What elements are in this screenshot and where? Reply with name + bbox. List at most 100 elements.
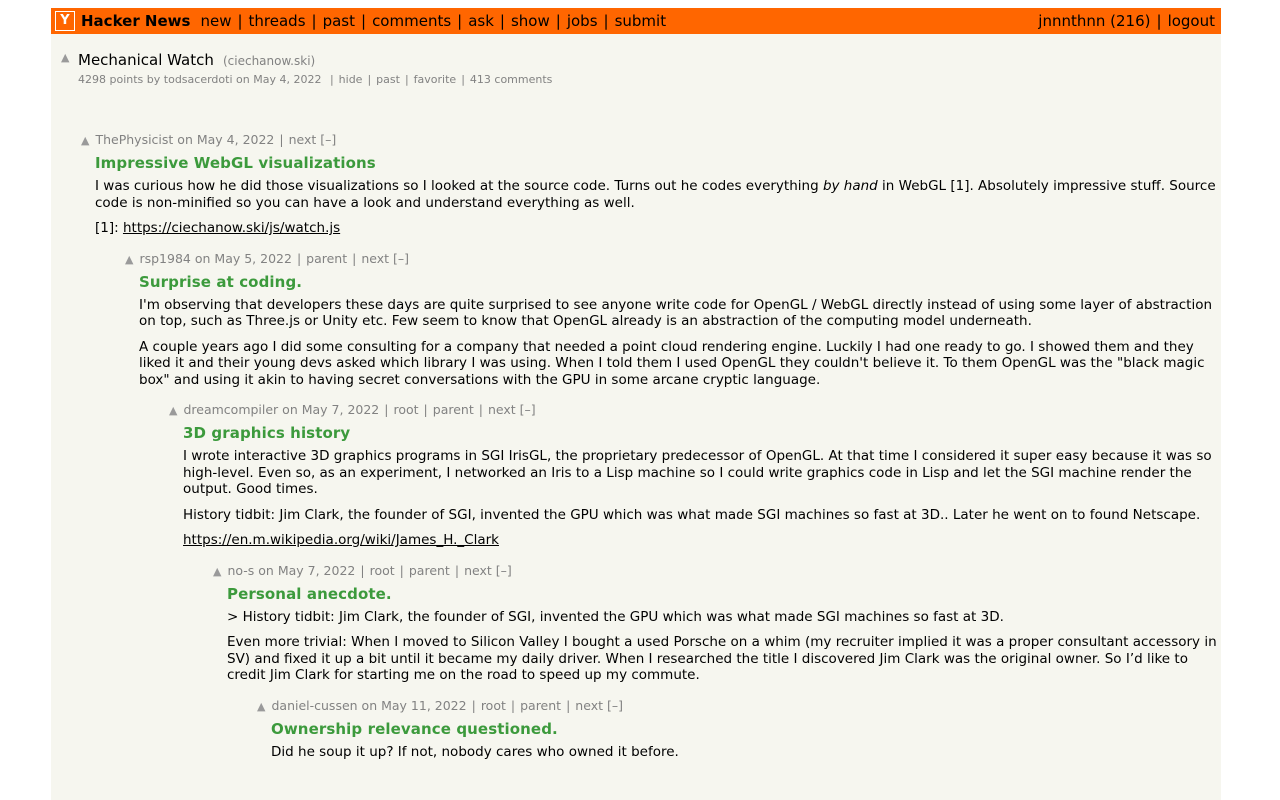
nav-link-jobs[interactable]: jobs	[567, 12, 598, 30]
nav-separator: |	[457, 12, 463, 30]
link-separator: |	[279, 132, 284, 147]
comment-header: ▲ ThePhysicist on May 4, 2022 | next [–]	[81, 132, 337, 147]
site-name[interactable]: Hacker News	[81, 12, 190, 30]
upvote-arrow-icon[interactable]: ▲	[81, 134, 89, 147]
comment-body: Impressive WebGL visualizations I was cur…	[81, 154, 1221, 237]
nav-link-new[interactable]: new	[200, 12, 231, 30]
nav-link-show[interactable]: show	[511, 12, 550, 30]
top-bar: Y Hacker News new | threads | past | comments |…	[51, 8, 1221, 34]
comment-link-next[interactable]: next	[361, 251, 389, 266]
collapse-toggle[interactable]: [–]	[393, 251, 409, 266]
comment-text: A couple years ago I did some consulting…	[139, 338, 1205, 388]
comment-date[interactable]: May 7, 2022	[302, 402, 380, 417]
collapse-toggle[interactable]: [–]	[496, 563, 512, 578]
user-profile-link[interactable]: jnnnthnn (216)	[1038, 12, 1150, 30]
comment-link-next[interactable]: next	[488, 402, 516, 417]
collapse-toggle[interactable]: [–]	[320, 132, 336, 147]
comment-date[interactable]: May 4, 2022	[197, 132, 275, 147]
comment-author[interactable]: ThePhysicist	[95, 132, 173, 147]
comment-header: ▲ rsp1984 on May 5, 2022 | parent | next [–]	[125, 250, 410, 266]
user-links: jnnnthnn (216) | logout	[1038, 12, 1215, 30]
comment-link-parent[interactable]: parent	[409, 563, 450, 578]
story-links: | hide | past | favorite | 413 comments	[325, 73, 552, 86]
story-link-favorite[interactable]: favorite	[414, 73, 457, 86]
nav-link-submit[interactable]: submit	[615, 12, 667, 30]
comment-date[interactable]: May 5, 2022	[214, 251, 292, 266]
comment-link-next[interactable]: next	[464, 563, 492, 578]
comment-author[interactable]: dreamcompiler	[183, 402, 278, 417]
collapse-toggle[interactable]: [–]	[520, 402, 536, 417]
comment-header: ▲ dreamcompiler on May 7, 2022 | root | paren…	[169, 402, 536, 417]
comment-text: I wrote interactive 3D graphics programs…	[183, 448, 1212, 497]
comment-paragraph: https://en.m.wikipedia.org/wiki/James_H.…	[183, 532, 1221, 549]
link-separator: |	[404, 73, 409, 86]
story-link-413-comments[interactable]: 413 comments	[470, 73, 552, 86]
comment-date[interactable]: May 7, 2022	[278, 563, 356, 578]
nav-separator: |	[603, 12, 609, 30]
story: ▲ Mechanical Watch (ciechanow.ski) 4298 …	[51, 50, 1221, 86]
link-separator: |	[384, 402, 389, 417]
comment-text: Did he soup it up? If not, nobody cares …	[271, 743, 679, 760]
comment-date[interactable]: May 11, 2022	[381, 698, 466, 713]
upvote-arrow-icon[interactable]: ▲	[61, 51, 69, 64]
nav-separator: |	[311, 12, 317, 30]
comment-title: Impressive WebGL visualizations	[95, 154, 376, 172]
hn-logo[interactable]: Y	[55, 11, 75, 31]
story-title[interactable]: Mechanical Watch	[78, 51, 214, 69]
comment: ▲ rsp1984 on May 5, 2022 | parent | next [–] S…	[125, 251, 1221, 389]
comment-link-parent[interactable]: parent	[520, 698, 561, 713]
comment-paragraph: History tidbit: Jim Clark, the founder o…	[183, 507, 1221, 524]
story-author[interactable]: todsacerdoti	[164, 73, 233, 86]
link-separator: |	[566, 697, 571, 713]
comment-link[interactable]: https://en.m.wikipedia.org/wiki/James_H.…	[183, 532, 499, 548]
comment-text: History tidbit: Jim Clark, the founder o…	[183, 506, 1201, 523]
comment-link-root[interactable]: root	[481, 698, 506, 713]
nav-link-past[interactable]: past	[323, 12, 355, 30]
nav-separator: |	[499, 12, 505, 30]
comment-paragraph: Even more trivial: When I moved to Silic…	[227, 634, 1221, 684]
comment-text: Even more trivial: When I moved to Silic…	[227, 634, 1217, 683]
nav-link-ask[interactable]: ask	[468, 12, 494, 30]
story-subtext: 4298 points by todsacerdoti on May 4, 20…	[78, 73, 1221, 86]
nav-separator: |	[237, 12, 243, 30]
upvote-arrow-icon[interactable]: ▲	[213, 565, 221, 578]
story-link-past[interactable]: past	[376, 73, 400, 86]
comment-author[interactable]: daniel-cussen	[271, 698, 357, 713]
comment-paragraph: A couple years ago I did some consulting…	[139, 339, 1221, 389]
comment-title: Ownership relevance questioned.	[271, 719, 558, 738]
comment-body: Surprise at coding. I'm observing that de…	[125, 273, 1221, 389]
link-separator: |	[510, 697, 516, 713]
comment-link-next[interactable]: next	[289, 132, 317, 147]
comment-body: 3D graphics history I wrote interactive 3…	[169, 424, 1221, 549]
upvote-arrow-icon[interactable]: ▲	[125, 253, 133, 266]
comment-text: I was curious how he did those visualiza…	[95, 178, 823, 194]
upvote-arrow-icon[interactable]: ▲	[169, 404, 177, 417]
story-by-label: by	[146, 73, 161, 86]
collapse-toggle[interactable]: [–]	[607, 698, 623, 713]
comment: ▲ ThePhysicist on May 4, 2022 | next [–] Imp…	[81, 132, 1221, 237]
nav-link-threads[interactable]: threads	[249, 12, 306, 30]
comment-author[interactable]: rsp1984	[139, 251, 190, 266]
comment-link[interactable]: https://ciechanow.ski/js/watch.js	[123, 220, 340, 236]
comment-paragraph: I was curious how he did those visualiza…	[95, 178, 1221, 211]
link-separator: |	[461, 73, 465, 86]
story-on-label: on	[236, 73, 250, 86]
story-link-hide[interactable]: hide	[339, 73, 363, 86]
link-separator: |	[296, 250, 302, 266]
comment-link-parent[interactable]: parent	[433, 402, 474, 417]
link-separator: |	[423, 402, 428, 417]
link-separator: |	[329, 73, 334, 86]
comment-link-root[interactable]: root	[370, 563, 395, 578]
comment-author[interactable]: no-s	[227, 563, 254, 578]
nav-link-comments[interactable]: comments	[372, 12, 451, 30]
link-separator: |	[478, 402, 483, 417]
comment-link-next[interactable]: next	[575, 698, 603, 713]
comment-link-root[interactable]: root	[393, 402, 418, 417]
comment-tree: ▲ ThePhysicist on May 4, 2022 | next [–] Imp…	[51, 132, 1221, 774]
upvote-arrow-icon[interactable]: ▲	[257, 700, 265, 713]
logout-link[interactable]: logout	[1168, 12, 1215, 30]
story-date[interactable]: May 4, 2022	[253, 73, 321, 86]
comment-link-parent[interactable]: parent	[306, 251, 347, 266]
comment-paragraph: I wrote interactive 3D graphics programs…	[183, 448, 1221, 498]
story-site[interactable]: (ciechanow.ski)	[223, 54, 315, 68]
